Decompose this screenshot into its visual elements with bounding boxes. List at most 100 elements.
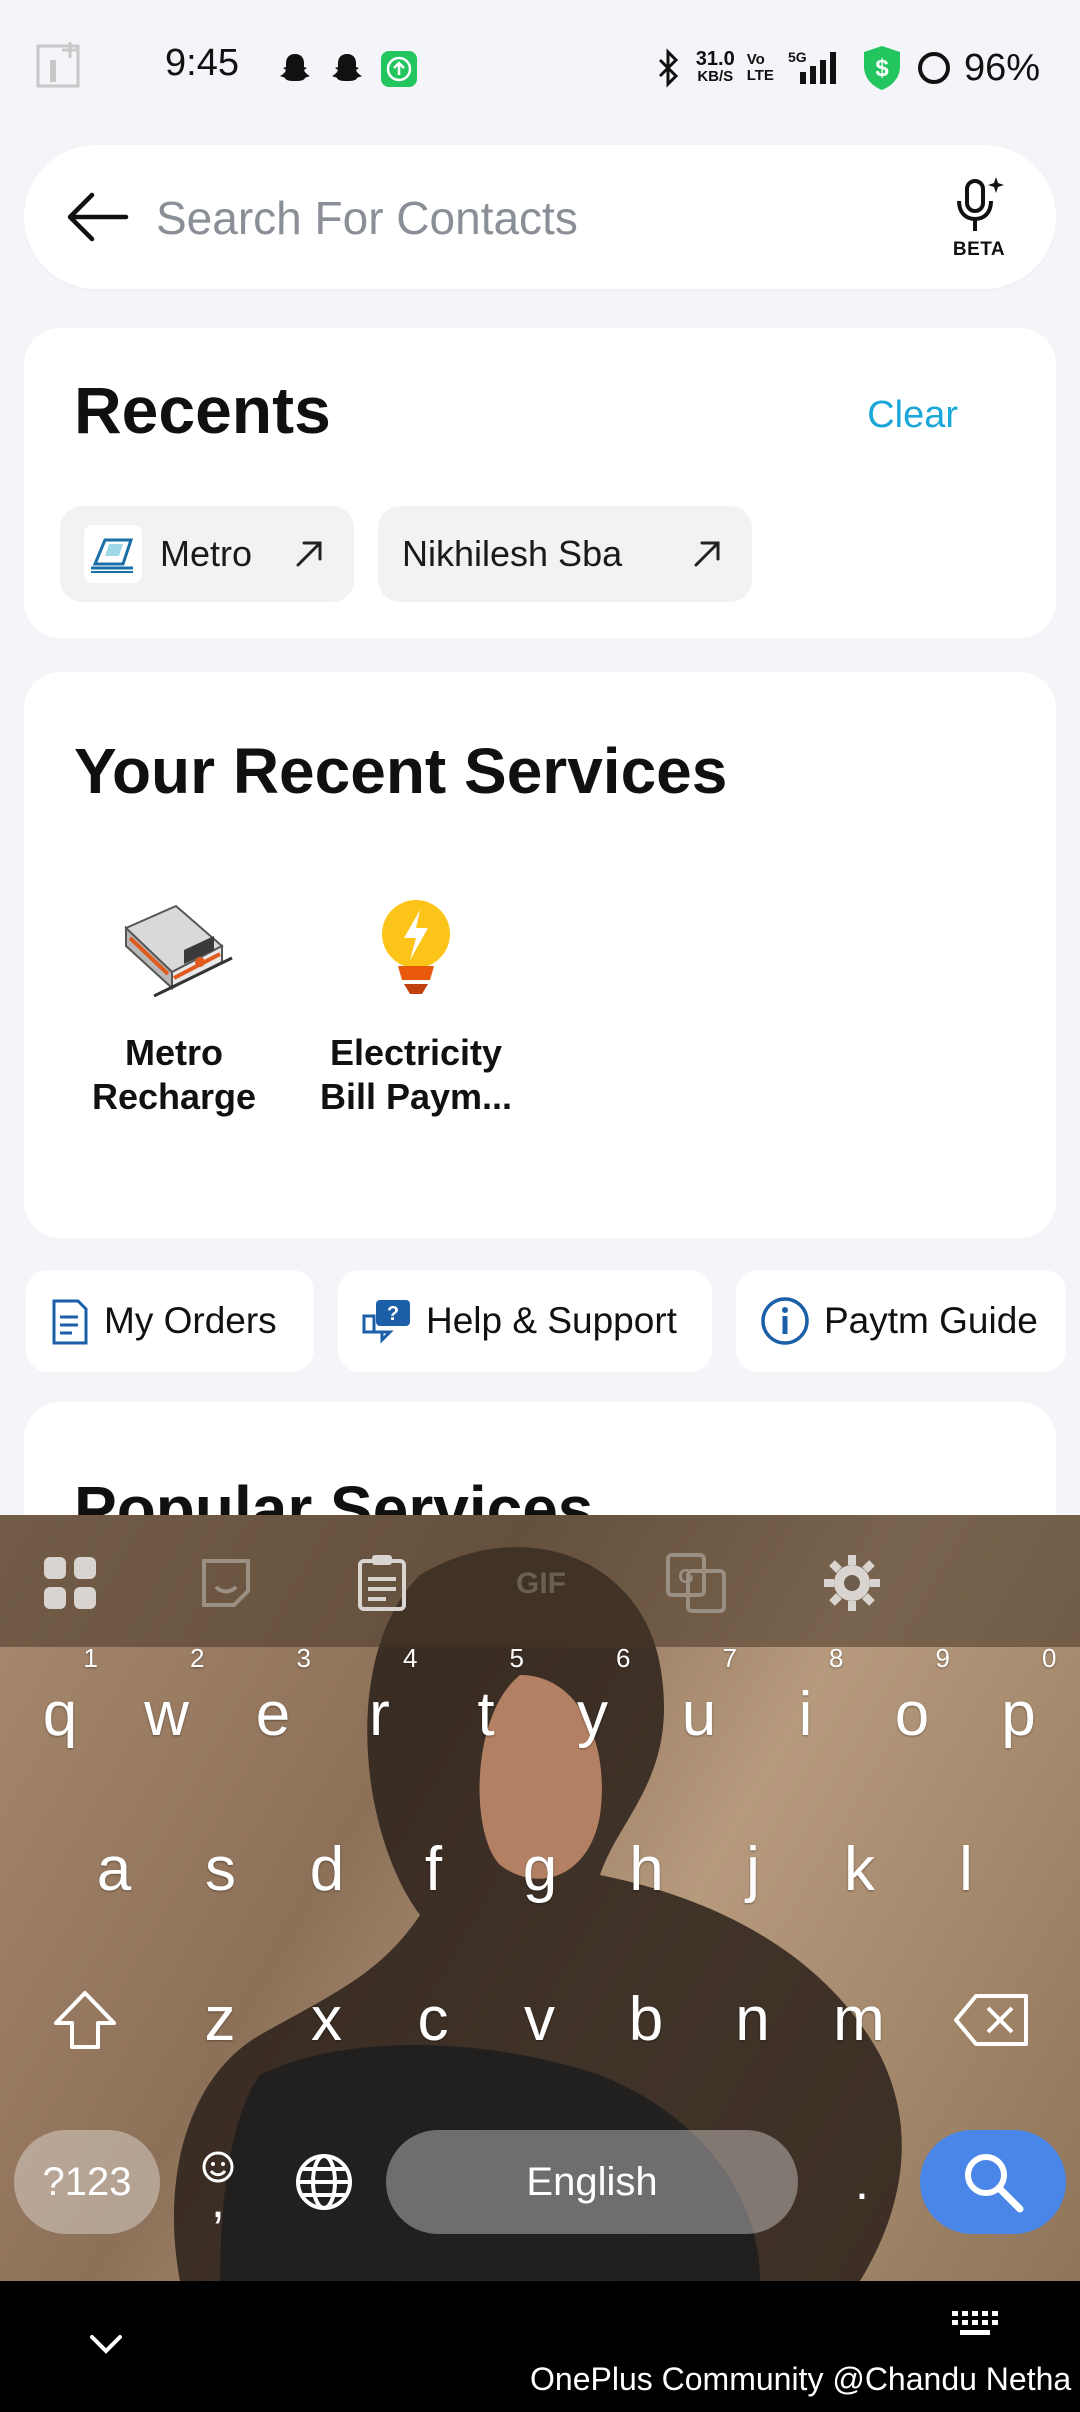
search-action-key[interactable] xyxy=(920,2130,1066,2234)
key-h[interactable]: h xyxy=(599,1810,695,1930)
help-chat-icon: ? xyxy=(362,1300,410,1344)
chip-label: Metro xyxy=(160,533,253,574)
service-metro-recharge[interactable]: Metro Recharge xyxy=(64,888,284,1119)
key-j[interactable]: j xyxy=(705,1810,801,1930)
space-bar[interactable]: English xyxy=(386,2130,798,2234)
security-shield-icon: $ xyxy=(863,46,900,90)
info-icon xyxy=(761,1297,809,1345)
key-m[interactable]: m xyxy=(811,1960,907,2080)
emoji-comma-key[interactable]: , xyxy=(180,2130,256,2234)
key-e[interactable]: e3 xyxy=(225,1645,321,1775)
key-d[interactable]: d xyxy=(279,1810,375,1930)
svg-text:5G: 5G xyxy=(788,49,807,65)
quick-link-label: Help & Support xyxy=(426,1300,677,1341)
key-hint-number: 1 xyxy=(83,1643,98,1673)
metro-train-icon xyxy=(124,904,233,998)
snapchat-icon xyxy=(280,54,310,81)
service-electricity-bill[interactable]: Electricity Bill Paym... xyxy=(306,888,526,1119)
keyboard-switch-icon[interactable] xyxy=(950,2309,1000,2339)
key-u[interactable]: u7 xyxy=(651,1645,747,1775)
microphone-sparkle-icon xyxy=(957,177,1004,231)
period-key[interactable]: . xyxy=(842,2130,882,2234)
recents-card: Recents Clear Metro Nikhilesh Sba xyxy=(24,328,1056,638)
oneplus-logo-icon xyxy=(36,42,80,88)
service-label-line2: Recharge xyxy=(91,1076,257,1117)
arrow-up-right-icon xyxy=(694,541,720,567)
volte-indicator: Vo LTE xyxy=(746,51,774,84)
paytm-guide-button[interactable]: Paytm Guide xyxy=(736,1270,1066,1372)
search-input[interactable] xyxy=(154,181,938,255)
key-q[interactable]: q1 xyxy=(12,1645,108,1775)
sticker-icon[interactable] xyxy=(194,1551,258,1615)
key-n[interactable]: n xyxy=(705,1960,801,2080)
shift-key[interactable] xyxy=(40,1960,130,2080)
gif-icon[interactable]: GIF xyxy=(506,1551,576,1615)
status-bar: 9:45 31.0 KB/S Vo LTE 5G $ 96% xyxy=(0,0,1080,140)
battery-level: 96% xyxy=(963,46,1040,89)
key-c[interactable]: c xyxy=(385,1960,481,2080)
key-l[interactable]: l xyxy=(918,1810,1014,1930)
help-support-button[interactable]: ? Help & Support xyxy=(338,1270,712,1372)
key-hint-number: 7 xyxy=(722,1643,737,1673)
voice-search-button[interactable]: BETA xyxy=(946,175,1012,265)
backspace-icon xyxy=(954,1994,1028,2046)
key-y[interactable]: y6 xyxy=(545,1645,641,1775)
key-w[interactable]: w2 xyxy=(119,1645,215,1775)
keyboard-toolbar: GIF G xyxy=(0,1515,1080,1647)
quick-link-label: My Orders xyxy=(104,1300,277,1341)
shift-arrow-icon xyxy=(54,1991,116,2049)
language-key[interactable] xyxy=(284,2130,364,2234)
back-arrow-icon[interactable] xyxy=(64,187,130,247)
key-hint-number: 9 xyxy=(935,1643,950,1673)
clear-recents-link[interactable]: Clear xyxy=(867,394,958,437)
settings-gear-icon[interactable] xyxy=(820,1551,884,1615)
key-b[interactable]: b xyxy=(598,1960,694,2080)
key-p[interactable]: p0 xyxy=(971,1645,1067,1775)
clipboard-icon[interactable] xyxy=(350,1551,414,1615)
key-hint-number: 8 xyxy=(829,1643,844,1673)
my-orders-button[interactable]: My Orders xyxy=(26,1270,314,1372)
snapchat-icon xyxy=(332,54,362,81)
recent-chip-contact[interactable]: Nikhilesh Sba xyxy=(378,506,752,602)
key-g[interactable]: g xyxy=(492,1810,588,1930)
chevron-down-icon[interactable] xyxy=(84,2323,128,2367)
key-a[interactable]: a xyxy=(66,1810,162,1930)
key-hint-number: 6 xyxy=(616,1643,631,1673)
svg-text:G: G xyxy=(678,1566,694,1588)
key-hint-number: 0 xyxy=(1042,1643,1057,1673)
service-label-line2: Bill Paym... xyxy=(319,1076,513,1117)
key-i[interactable]: i8 xyxy=(758,1645,854,1775)
key-t[interactable]: t5 xyxy=(438,1645,534,1775)
symbols-key[interactable]: ?123 xyxy=(14,2130,160,2234)
key-x[interactable]: x xyxy=(279,1960,375,2080)
svg-text:?: ? xyxy=(387,1303,399,1325)
apps-icon[interactable] xyxy=(38,1551,102,1615)
key-o[interactable]: o9 xyxy=(864,1645,960,1775)
key-z[interactable]: z xyxy=(172,1960,268,2080)
key-v[interactable]: v xyxy=(492,1960,588,2080)
light-bulb-icon xyxy=(382,900,450,994)
backspace-key[interactable] xyxy=(944,1960,1040,2080)
key-hint-number: 3 xyxy=(296,1643,311,1673)
recent-services-card: Your Recent Services Metro Recharge Elec… xyxy=(24,672,1056,1238)
clock: 9:45 xyxy=(165,42,239,84)
upload-notification-icon xyxy=(381,51,417,87)
key-r[interactable]: r4 xyxy=(332,1645,428,1775)
orders-document-icon xyxy=(52,1299,88,1345)
key-hint-number: 5 xyxy=(509,1643,524,1673)
key-f[interactable]: f xyxy=(386,1810,482,1930)
translate-icon[interactable]: G xyxy=(664,1551,728,1615)
globe-icon xyxy=(296,2154,352,2210)
signal-icon: 5G xyxy=(788,49,836,84)
search-icon xyxy=(965,2154,1024,2213)
service-label-line1: Metro xyxy=(125,1032,223,1073)
recent-chip-metro[interactable]: Metro xyxy=(60,506,354,602)
search-bar: BETA xyxy=(24,145,1056,289)
key-s[interactable]: s xyxy=(173,1810,269,1930)
bluetooth-icon xyxy=(658,48,678,88)
keyboard: GIF G q1w2e3r4t5y6u7i8o9p0 asdfghjkl z x… xyxy=(0,1515,1080,2281)
network-speed: 31.0 KB/S xyxy=(695,48,735,85)
arrow-up-right-icon xyxy=(296,541,322,567)
key-k[interactable]: k xyxy=(812,1810,908,1930)
recent-services-title: Your Recent Services xyxy=(74,735,728,807)
